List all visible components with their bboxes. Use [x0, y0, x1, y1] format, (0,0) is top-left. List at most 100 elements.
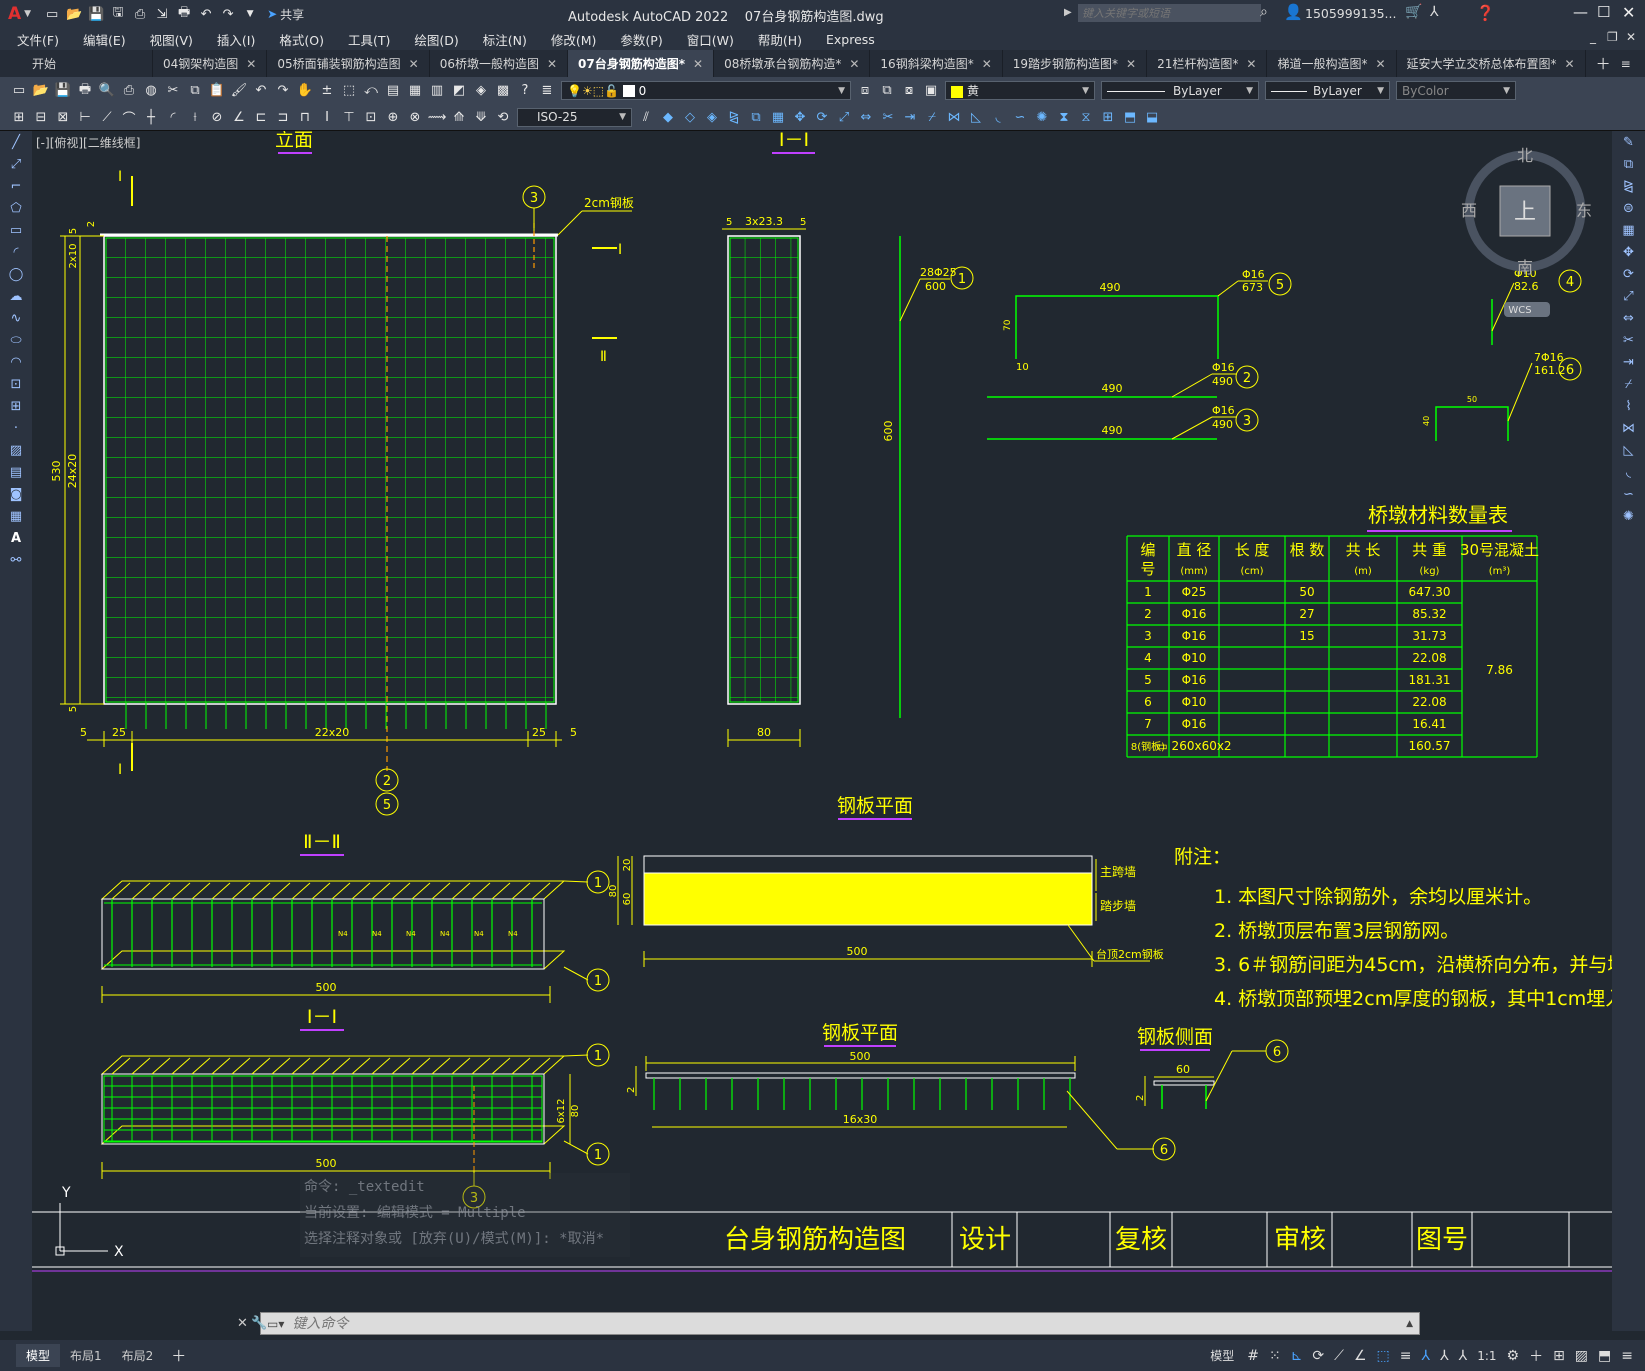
tab-close-icon[interactable]: ✕ — [1375, 57, 1385, 71]
doc-minimize-icon[interactable]: _ — [1590, 30, 1596, 44]
menu-draw[interactable]: 绘图(D) — [402, 30, 470, 49]
tab-file-active[interactable]: 07台身钢筋构造图* ✕ — [568, 50, 715, 77]
mirror-icon[interactable]: ⧎ — [1619, 176, 1639, 196]
mirror-icon[interactable]: ⧎ — [725, 108, 743, 126]
tab-file[interactable]: 延安大学立交桥总体布置图* ✕ — [1397, 50, 1586, 77]
help-icon[interactable]: ❓ — [1476, 4, 1495, 22]
matchprop-icon[interactable]: 🖌 — [230, 82, 248, 100]
tool-icon[interactable]: ⧗ — [1055, 108, 1073, 126]
layout-tab-2[interactable]: 布局2 — [112, 1344, 164, 1367]
autodesk-a360-icon[interactable]: ⅄ — [1430, 4, 1439, 20]
layer-dropdown[interactable]: 💡☀⬚🔓 0 ▼ — [561, 81, 851, 100]
array-icon[interactable]: ▦ — [769, 108, 787, 126]
calculator-icon[interactable]: ▩ — [494, 82, 512, 100]
new-tab-icon[interactable]: ＋ — [1596, 53, 1611, 74]
menu-format[interactable]: 格式(O) — [267, 30, 336, 49]
paste-icon[interactable]: 📋 — [208, 82, 226, 100]
redo-icon[interactable]: ↷ — [274, 82, 292, 100]
move-icon[interactable]: ✥ — [1619, 242, 1639, 262]
dimstyle-icon[interactable]: ⫽ — [637, 108, 655, 126]
tolerance-icon[interactable]: ⊡ — [362, 108, 380, 126]
dim-update-icon[interactable]: ⟲ — [494, 108, 512, 126]
compass-north[interactable]: 北 — [1517, 146, 1533, 165]
tool-icon[interactable]: ⊞ — [1099, 108, 1117, 126]
modify-icon[interactable]: ◈ — [703, 108, 721, 126]
cut-icon[interactable]: ✂ — [164, 82, 182, 100]
tab-file[interactable]: 06桥墩一般构造图 ✕ — [430, 50, 569, 77]
viewport-label[interactable]: [-][俯视][二维线框] — [36, 135, 140, 150]
search-arrow-icon[interactable]: ▶ — [1064, 7, 1072, 18]
circle-icon[interactable]: ◯ — [6, 264, 26, 284]
linear-dim-icon[interactable]: ⊢ — [76, 108, 94, 126]
table-icon[interactable]: ▦ — [6, 506, 26, 526]
region-icon[interactable]: ◙ — [6, 484, 26, 504]
trim-icon[interactable]: ✂ — [879, 108, 897, 126]
isolate-icon[interactable]: ⊞ — [1553, 1348, 1565, 1364]
close-icon[interactable]: ✕ — [237, 1316, 248, 1331]
rotate-icon[interactable]: ⟳ — [1619, 264, 1639, 284]
fillet-icon[interactable]: ◟ — [989, 108, 1007, 126]
layer-previous-icon[interactable]: ⧉ — [878, 82, 896, 100]
isodraft-icon[interactable]: ⟋ — [1334, 1348, 1344, 1364]
search-icon[interactable]: ⌕ — [1260, 4, 1268, 20]
layout-tab-model[interactable]: 模型 — [16, 1344, 61, 1367]
menu-tools[interactable]: 工具(T) — [336, 30, 402, 49]
extend-icon[interactable]: ⇥ — [1619, 352, 1639, 372]
move-icon[interactable]: ✥ — [791, 108, 809, 126]
tab-close-icon[interactable]: ✕ — [849, 57, 859, 71]
publish-icon[interactable]: ⎙ — [120, 82, 138, 100]
drawing-canvas[interactable]: [-][俯视][二维线框] 立面 530 24x20 2x10 5 2 5 5 … — [32, 131, 1612, 1335]
model-space-button[interactable]: 模型 — [1210, 1347, 1234, 1364]
doc-restore-icon[interactable]: ❐ — [1607, 30, 1618, 44]
doc-close-icon[interactable]: ✕ — [1626, 30, 1636, 44]
construction-line-icon[interactable]: ⤢ — [6, 154, 26, 174]
ellipse-icon[interactable]: ⬭ — [6, 330, 26, 350]
publish-icon[interactable]: ⎙ — [131, 5, 149, 23]
annotation-scale-icon[interactable]: ⅄ — [1459, 1348, 1468, 1364]
break-icon[interactable]: ⌿ — [923, 108, 941, 126]
arc-icon[interactable]: ◜ — [6, 242, 26, 262]
save-icon[interactable]: 💾 — [54, 82, 72, 100]
plotstyle-dropdown[interactable]: ByColor ▼ — [1396, 81, 1516, 100]
tab-close-icon[interactable]: ✕ — [547, 57, 557, 71]
polygon-icon[interactable]: ⬠ — [6, 198, 26, 218]
properties-icon[interactable]: ▤ — [384, 82, 402, 100]
tab-close-icon[interactable]: ✕ — [246, 57, 256, 71]
auto-scale-icon[interactable]: ⅄ — [1440, 1348, 1449, 1364]
menu-dimension[interactable]: 标注(N) — [471, 30, 539, 49]
menu-file[interactable]: 文件(F) — [0, 30, 71, 49]
undo-icon[interactable]: ↶ — [197, 5, 215, 23]
save-as-icon[interactable]: 🖫 — [109, 5, 127, 23]
stretch-icon[interactable]: ⇔ — [1619, 308, 1639, 328]
ortho-icon[interactable]: ⊾ — [1291, 1348, 1303, 1364]
explode-icon[interactable]: ✺ — [1619, 506, 1639, 526]
polyline-icon[interactable]: ⌐ — [6, 176, 26, 196]
line-icon[interactable]: ╱ — [6, 132, 26, 152]
stretch-icon[interactable]: ⇔ — [857, 108, 875, 126]
polar-icon[interactable]: ⟳ — [1312, 1348, 1324, 1364]
plot-icon[interactable]: 🖶 — [76, 82, 94, 100]
offset-icon[interactable]: ⊜ — [1619, 198, 1639, 218]
tool-icon[interactable]: ⊠ — [54, 108, 72, 126]
tool-icon[interactable]: ⊟ — [32, 108, 50, 126]
zoom-window-icon[interactable]: ⬚ — [340, 82, 358, 100]
quick-dim-icon[interactable]: ⊏ — [252, 108, 270, 126]
scale-icon[interactable]: ⤢ — [835, 108, 853, 126]
point-icon[interactable]: · — [6, 418, 26, 438]
angular-icon[interactable]: ∠ — [230, 108, 248, 126]
fillet-icon[interactable]: ◟ — [1619, 462, 1639, 482]
qnew-icon[interactable]: ▭ — [10, 82, 28, 100]
jogged-linear-icon[interactable]: ⟿ — [428, 108, 447, 126]
command-prompt-icon[interactable]: ▭▾ — [267, 1317, 284, 1331]
share-button[interactable]: 共享 — [280, 6, 304, 23]
color-dropdown[interactable]: 黄 ▼ — [945, 81, 1095, 100]
space-icon[interactable]: I — [318, 108, 336, 126]
lineweight-dropdown[interactable]: ByLayer ▼ — [1265, 81, 1390, 100]
break-icon[interactable]: ⊤ — [340, 108, 358, 126]
command-history-arrow-icon[interactable]: ▲ — [1406, 1319, 1413, 1329]
tab-list-icon[interactable]: ≡ — [1621, 57, 1631, 71]
open-file-icon[interactable]: 📂 — [65, 5, 83, 23]
wrench-icon[interactable]: 🔧 — [251, 1316, 267, 1331]
ordinate-icon[interactable]: ┼ — [142, 108, 160, 126]
command-input[interactable] — [290, 1314, 1407, 1333]
